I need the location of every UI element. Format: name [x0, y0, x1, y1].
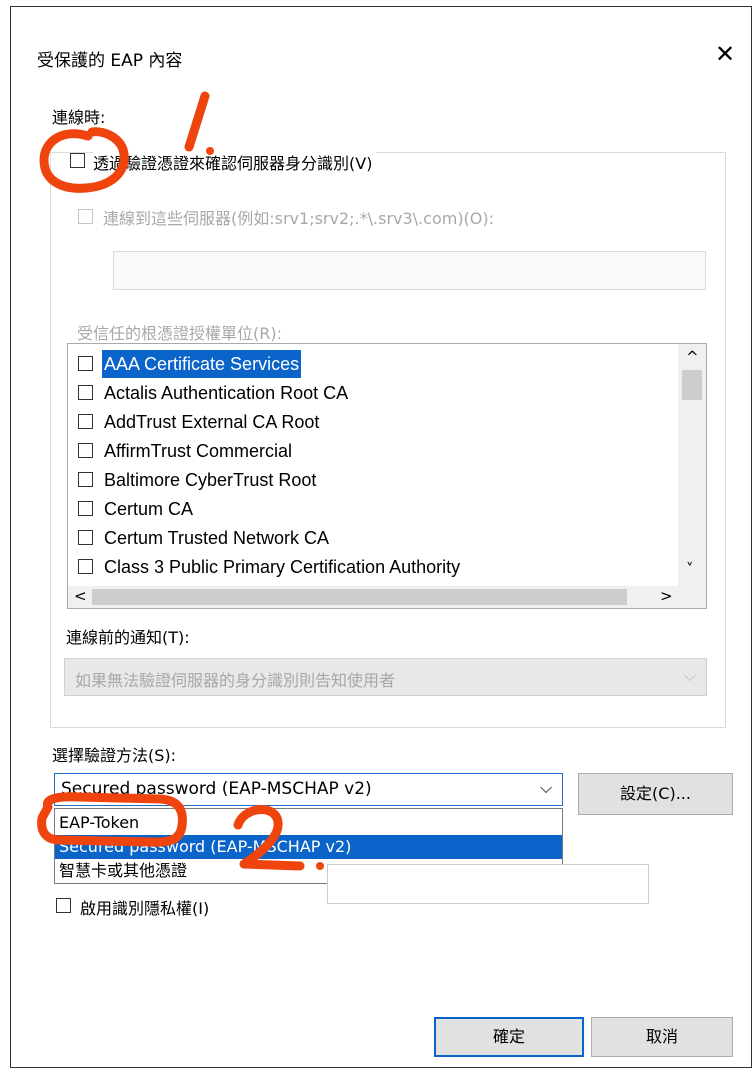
annotation-stroke-1 [184, 91, 210, 152]
annotation-dot-2 [316, 862, 324, 870]
annotation-numeral-2 [233, 805, 305, 871]
annotation-dot-1 [206, 147, 214, 155]
annotation-overlay [37, 91, 324, 871]
annotation-circle-1 [39, 127, 129, 193]
annotation-circle-2 [37, 792, 187, 847]
